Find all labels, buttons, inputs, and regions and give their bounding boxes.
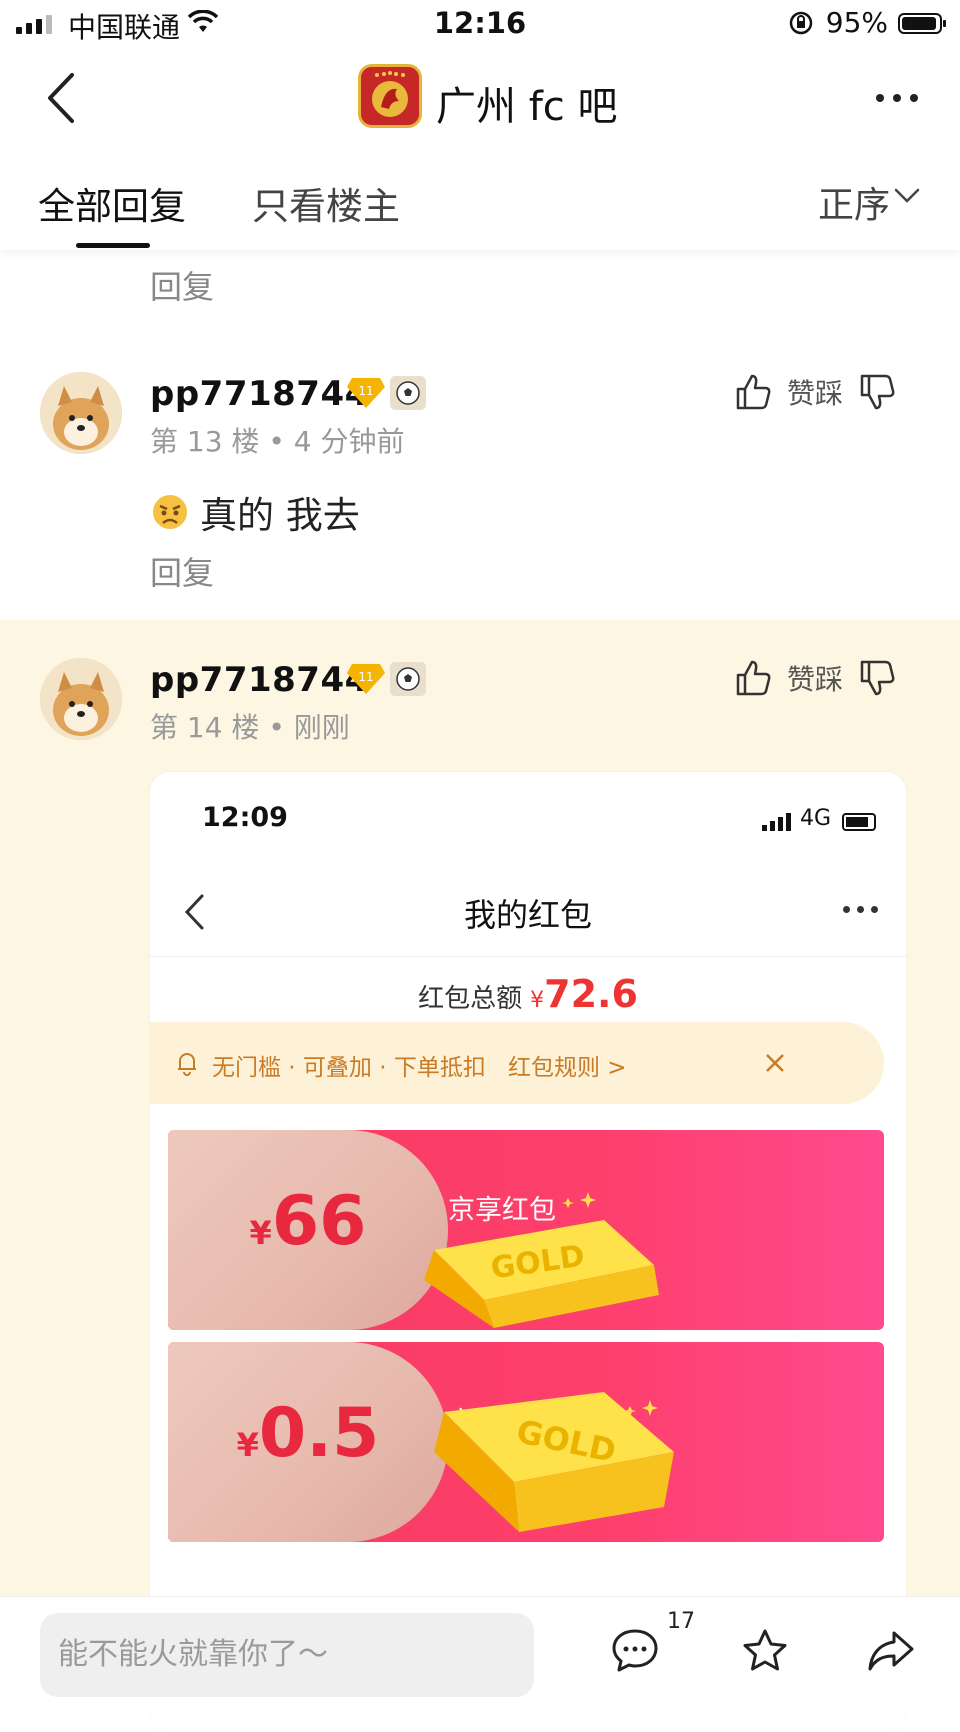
red-packet-card: ¥0.5 京享红包 GOLD [168, 1342, 884, 1542]
thumbs-up-icon[interactable] [735, 659, 771, 697]
sort-order-button[interactable]: 正序 [818, 176, 890, 228]
reply-input[interactable]: 能不能火就靠你了～ [40, 1613, 534, 1697]
red-packet-card: ¥66 京享红包 GOLD [168, 1130, 884, 1330]
soccer-ball-icon [390, 376, 426, 410]
battery-percent: 95% [825, 6, 888, 39]
post-time: 4 分钟前 [293, 425, 405, 458]
status-bar: 中国联通 12:16 95% [0, 0, 960, 50]
vote-label: 赞踩 [787, 377, 844, 410]
username[interactable]: pp7718744 [150, 660, 369, 700]
share-icon[interactable] [866, 1629, 916, 1677]
red-packet-total: 红包总额 ¥72.6 [150, 972, 906, 1016]
bell-icon [178, 1053, 196, 1076]
embedded-battery-icon [842, 813, 876, 831]
embedded-status-icons: 4G [761, 806, 876, 831]
clock: 12:16 [433, 6, 527, 40]
embedded-title: 我的红包 [463, 896, 592, 934]
tab-owner-only[interactable]: 只看楼主 [252, 176, 400, 230]
angry-face-emoji-icon [153, 495, 187, 529]
bottom-bar: 能不能火就靠你了～ 17 [0, 1596, 960, 1708]
floor-number: 第 13 楼 [150, 425, 260, 458]
svg-text:11: 11 [358, 670, 373, 684]
back-icon[interactable] [46, 72, 76, 128]
post-time: 刚刚 [293, 711, 350, 744]
thumbs-down-icon[interactable] [859, 659, 895, 697]
star-icon[interactable] [740, 1627, 790, 1679]
embedded-nav: 我的红包 [150, 864, 906, 957]
user-avatar[interactable] [40, 372, 122, 454]
comment-count: 17 [667, 1609, 695, 1634]
sparkle-icon [562, 1192, 596, 1208]
svg-text:11: 11 [358, 384, 373, 398]
username[interactable]: pp7718744 [150, 374, 369, 414]
nav-bar: 广州 fc 吧 [0, 52, 960, 148]
post-meta: 第 13 楼 • 4 分钟前 [150, 425, 405, 458]
close-icon [766, 1054, 784, 1072]
tab-all-replies[interactable]: 全部回复 [38, 176, 186, 230]
forum-logo[interactable] [358, 64, 422, 128]
reply-tabs: 全部回复 只看楼主 正序 [0, 150, 960, 250]
rules-link: 红包规则 > [508, 1055, 627, 1081]
post-text: 真的 我去 [200, 494, 360, 537]
battery-icon [898, 13, 946, 34]
rotation-lock-icon [788, 10, 814, 43]
floor-number: 第 14 楼 [150, 711, 260, 744]
reply-link[interactable]: 回复 [150, 548, 214, 594]
notice-banner: 无门槛 · 可叠加 · 下单抵扣 红包规则 > [150, 1022, 884, 1104]
chevron-down-icon[interactable] [894, 188, 920, 208]
post-content: 真的 我去 [150, 485, 360, 539]
more-icon [843, 906, 878, 913]
soccer-ball-icon [390, 662, 426, 696]
level-badge: 11 [346, 376, 386, 414]
reply-post: pp7718744 11 第 13 楼 • 4 分钟前 赞踩 真的 我去 回复 [0, 340, 960, 620]
active-tab-indicator [76, 243, 150, 248]
post-meta: 第 14 楼 • 刚刚 [150, 711, 350, 744]
sparkle-icon [624, 1400, 658, 1416]
embedded-clock: 12:09 [202, 802, 288, 833]
thumbs-up-icon[interactable] [735, 373, 771, 411]
forum-title: 广州 fc 吧 [436, 84, 618, 130]
vote-actions: 赞踩 [735, 658, 895, 698]
total-label: 红包总额 [418, 984, 523, 1014]
reply-link[interactable]: 回复 [150, 262, 214, 308]
vote-label: 赞踩 [787, 663, 844, 696]
thumbs-down-icon[interactable] [859, 373, 895, 411]
network-type: 4G [799, 806, 831, 831]
attached-image[interactable]: 12:09 4G 我的红包 红包总额 ¥72.6 无门槛 · 可叠加 · 下单抵扣… [150, 772, 906, 1732]
vote-actions: 赞踩 [735, 372, 895, 412]
more-icon[interactable] [876, 94, 918, 102]
gold-bar-icon: GOLD [424, 1220, 659, 1328]
total-amount: 72.6 [544, 972, 638, 1016]
user-avatar[interactable] [40, 658, 122, 740]
level-badge: 11 [346, 662, 386, 700]
currency-symbol: ¥ [530, 988, 545, 1013]
comment-icon[interactable] [610, 1627, 660, 1677]
notice-text: 无门槛 · 可叠加 · 下单抵扣 [212, 1055, 486, 1081]
